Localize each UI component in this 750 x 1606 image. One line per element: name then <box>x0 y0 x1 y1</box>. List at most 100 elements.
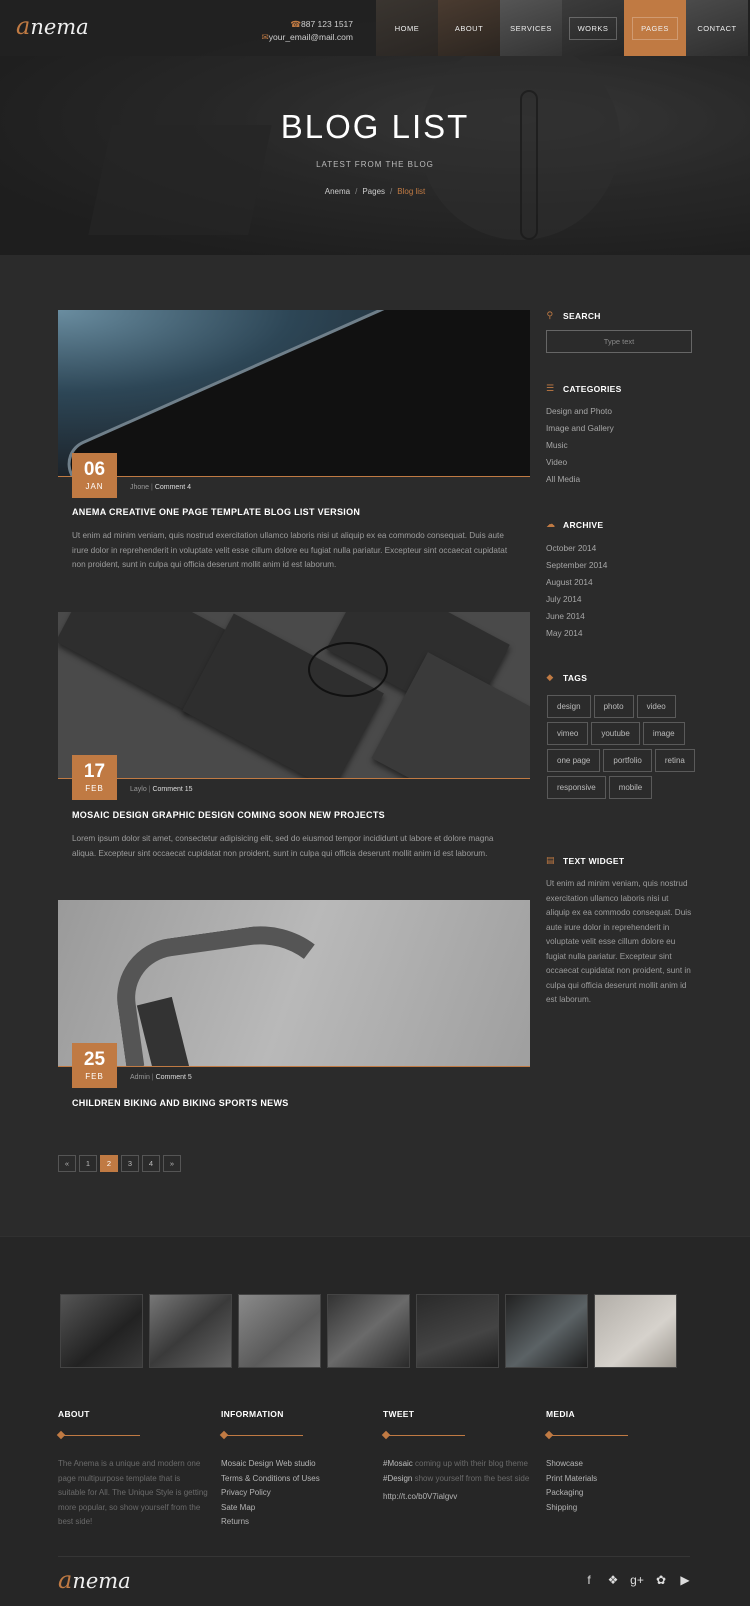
post-title[interactable]: ANEMA CREATIVE ONE PAGE TEMPLATE BLOG LI… <box>72 507 360 517</box>
footer-logo[interactable]: anema <box>58 1566 131 1594</box>
post-image[interactable] <box>58 612 530 779</box>
tag[interactable]: video <box>636 695 676 718</box>
post-comments[interactable]: Comment 5 <box>156 1074 192 1081</box>
tag[interactable]: mobile <box>608 776 653 799</box>
logo[interactable]: anema <box>16 12 89 40</box>
pagination-page-current[interactable]: 2 <box>100 1155 118 1172</box>
nav-works[interactable]: WORKS <box>562 0 624 56</box>
post-comments[interactable]: Comment 15 <box>152 786 192 793</box>
tag[interactable]: portfolio <box>603 749 652 772</box>
divider <box>221 1435 303 1436</box>
pagination-page[interactable]: 4 <box>142 1155 160 1172</box>
tag[interactable]: one page <box>547 749 601 772</box>
nav-services[interactable]: SERVICES <box>500 0 562 56</box>
pagination-next[interactable]: » <box>163 1155 181 1172</box>
post-meta: Laylo | Comment 15 <box>130 786 193 793</box>
nav-pages[interactable]: PAGES <box>624 0 686 56</box>
archive-item[interactable]: September 2014 <box>546 557 607 574</box>
tag[interactable]: image <box>642 722 685 745</box>
tweet-link[interactable]: http://t.co/b0V7ialgvv <box>383 1492 533 1501</box>
top-navbar: anema ☎887 123 1517 ✉your_email@mail.com… <box>0 0 750 56</box>
twitter-icon[interactable]: ✿ <box>654 1573 668 1587</box>
widget-search-heading: ⚲ SEARCH <box>546 310 601 321</box>
breadcrumb-home[interactable]: Anema <box>325 187 350 196</box>
category-item[interactable]: Image and Gallery <box>546 420 614 437</box>
tweet-text: #Mosaic coming up with their blog theme … <box>383 1459 530 1483</box>
breadcrumb-pages[interactable]: Pages <box>362 187 385 196</box>
pagination-page[interactable]: 1 <box>79 1155 97 1172</box>
post-date: 06 JAN <box>72 453 117 498</box>
tag[interactable]: youtube <box>591 722 640 745</box>
social-links: f ❖ g+ ✿ ▶ <box>582 1573 692 1587</box>
cloud-icon: ☁ <box>546 519 556 529</box>
category-item[interactable]: Design and Photo <box>546 403 614 420</box>
tag[interactable]: responsive <box>547 776 606 799</box>
gallery-thumb[interactable] <box>238 1294 321 1368</box>
footer-link[interactable]: Print Materials <box>546 1472 696 1487</box>
list-icon: ☰ <box>546 383 555 393</box>
footer-link[interactable]: Packaging <box>546 1486 696 1501</box>
footer-about: ABOUT The Anema is a unique and modern o… <box>58 1409 208 1530</box>
footer-link[interactable]: Shipping <box>546 1501 696 1516</box>
nav-about[interactable]: ABOUT <box>438 0 500 56</box>
pagination-prev[interactable]: « <box>58 1155 76 1172</box>
tweet-hashtag[interactable]: #Mosaic <box>383 1459 413 1468</box>
gallery-thumb[interactable] <box>416 1294 499 1368</box>
page-title: BLOG LIST <box>280 108 470 145</box>
tag[interactable]: retina <box>654 749 695 772</box>
header-email[interactable]: your_email@mail.com <box>269 32 353 42</box>
category-item[interactable]: Music <box>546 437 614 454</box>
archive-item[interactable]: August 2014 <box>546 574 607 591</box>
post-image[interactable] <box>58 310 530 477</box>
footer-link[interactable]: Terms & Conditions of Uses <box>221 1472 371 1487</box>
footer-link[interactable]: Showcase <box>546 1457 696 1472</box>
footer-gallery <box>60 1294 677 1368</box>
post-author[interactable]: Laylo <box>130 786 147 793</box>
footer-link[interactable]: Mosaic Design Web studio <box>221 1457 371 1472</box>
footer-about-title: ABOUT <box>58 1409 90 1419</box>
search-input[interactable]: Type text <box>546 330 692 353</box>
facebook-icon[interactable]: f <box>582 1573 596 1587</box>
divider <box>58 1435 140 1436</box>
tag[interactable]: photo <box>593 695 634 718</box>
google-plus-icon[interactable]: g+ <box>630 1573 644 1587</box>
nav-home[interactable]: HOME <box>376 0 438 56</box>
category-item[interactable]: All Media <box>546 471 614 488</box>
divider <box>383 1435 465 1436</box>
search-icon: ⚲ <box>546 310 554 320</box>
post-author[interactable]: Jhone <box>130 484 149 491</box>
gallery-thumb[interactable] <box>505 1294 588 1368</box>
post-date: 25 FEB <box>72 1043 117 1088</box>
post-title[interactable]: CHILDREN BIKING AND BIKING SPORTS NEWS <box>72 1098 289 1108</box>
nav-contact[interactable]: CONTACT <box>686 0 748 56</box>
post-comments[interactable]: Comment 4 <box>155 484 191 491</box>
footer-link[interactable]: Sate Map <box>221 1501 371 1516</box>
archive-item[interactable]: May 2014 <box>546 625 607 642</box>
youtube-icon[interactable]: ▶ <box>678 1573 692 1587</box>
archive-item[interactable]: June 2014 <box>546 608 607 625</box>
archive-item[interactable]: October 2014 <box>546 540 607 557</box>
footer-link[interactable]: Privacy Policy <box>221 1486 371 1501</box>
category-item[interactable]: Video <box>546 454 614 471</box>
post-title[interactable]: MOSAIC DESIGN GRAPHIC DESIGN COMING SOON… <box>72 810 385 820</box>
widget-categories-heading: ☰ CATEGORIES <box>546 383 622 394</box>
gallery-thumb[interactable] <box>60 1294 143 1368</box>
gallery-thumb[interactable] <box>327 1294 410 1368</box>
gallery-thumb[interactable] <box>594 1294 677 1368</box>
archive-item[interactable]: July 2014 <box>546 591 607 608</box>
tag[interactable]: design <box>547 695 591 718</box>
post-image[interactable] <box>58 900 530 1067</box>
dropbox-icon[interactable]: ❖ <box>606 1573 620 1587</box>
footer-media-title: MEDIA <box>546 1409 575 1419</box>
footer-media: MEDIA Showcase Print Materials Packaging… <box>546 1409 696 1515</box>
pagination: « 1 2 3 4 » <box>58 1155 181 1172</box>
footer-link[interactable]: Returns <box>221 1515 371 1530</box>
header-phone[interactable]: 887 123 1517 <box>301 19 353 29</box>
tweet-hashtag[interactable]: #Design <box>383 1474 412 1483</box>
post-author[interactable]: Admin <box>130 1074 150 1081</box>
document-icon: ▤ <box>546 855 555 865</box>
pagination-page[interactable]: 3 <box>121 1155 139 1172</box>
mail-icon: ✉ <box>261 32 269 42</box>
gallery-thumb[interactable] <box>149 1294 232 1368</box>
tag[interactable]: vimeo <box>547 722 589 745</box>
